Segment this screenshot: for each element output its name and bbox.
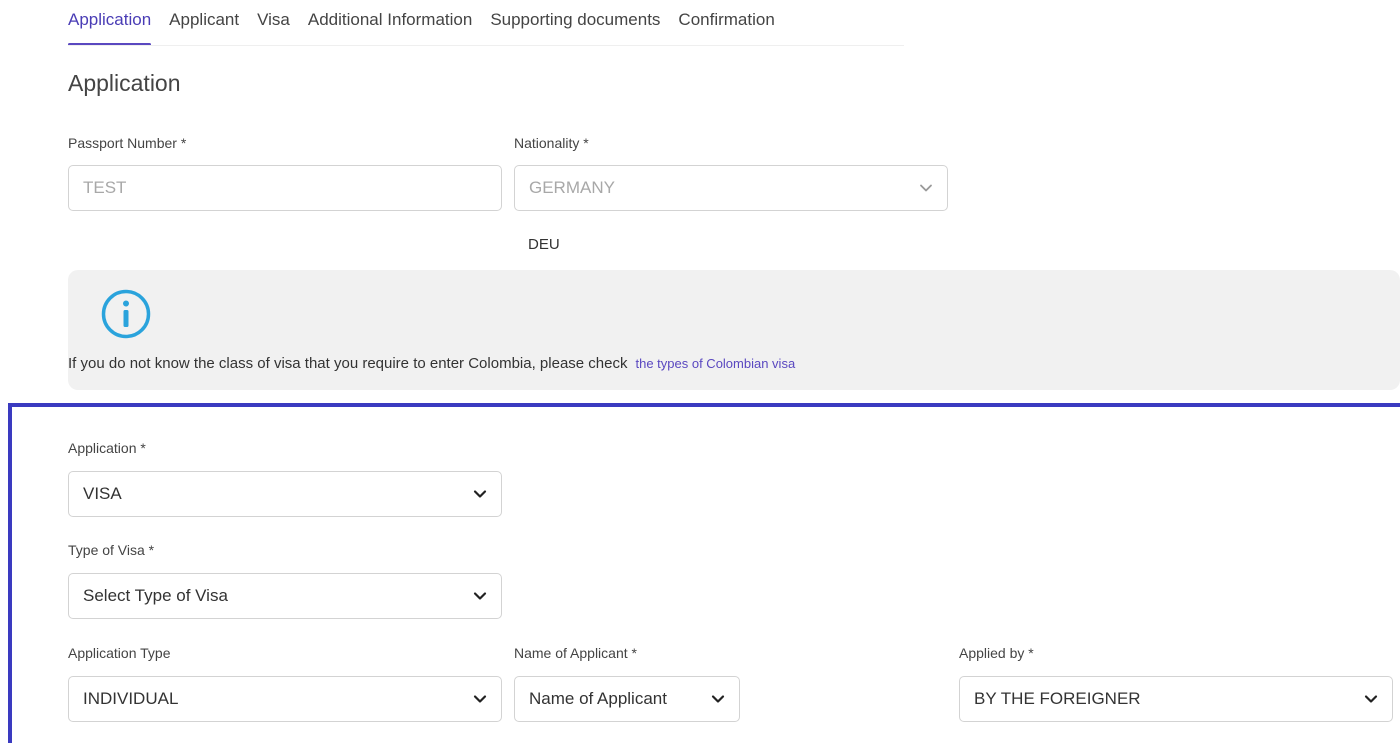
application-type-value: INDIVIDUAL (83, 689, 179, 708)
visa-type-select[interactable]: Select Type of Visa (68, 573, 502, 619)
tab-application[interactable]: Application (68, 8, 152, 46)
chevron-down-icon (711, 695, 725, 703)
applied-by-value: BY THE FOREIGNER (974, 689, 1141, 708)
application-type-label: Application Type (68, 645, 171, 661)
chevron-down-icon (920, 184, 932, 192)
tab-supporting-documents[interactable]: Supporting documents (490, 8, 660, 46)
info-icon (101, 289, 151, 339)
application-value: VISA (83, 484, 122, 503)
applicant-name-value: Name of Applicant (529, 689, 667, 708)
passport-number-field[interactable]: TEST (68, 165, 502, 211)
nationality-value: GERMANY (529, 178, 615, 197)
applicant-name-select[interactable]: Name of Applicant (514, 676, 740, 722)
page-title: Application (68, 70, 181, 96)
tab-visa[interactable]: Visa (257, 8, 290, 46)
nationality-select[interactable]: GERMANY (514, 165, 948, 211)
nationality-code: DEU (528, 236, 560, 253)
nationality-label: Nationality * (514, 135, 589, 151)
chevron-down-icon (1364, 695, 1378, 703)
tab-confirmation[interactable]: Confirmation (678, 8, 774, 46)
visa-type-label: Type of Visa * (68, 542, 155, 558)
passport-number-label: Passport Number * (68, 135, 187, 151)
application-select[interactable]: VISA (68, 471, 502, 517)
visa-types-link[interactable]: the types of Colombian visa (635, 356, 795, 371)
applicant-name-label: Name of Applicant * (514, 645, 637, 661)
tab-divider (68, 45, 904, 46)
applied-by-label: Applied by * (959, 645, 1034, 661)
info-text: If you do not know the class of visa tha… (68, 355, 628, 372)
visa-type-value: Select Type of Visa (83, 586, 228, 605)
info-box (68, 270, 1400, 390)
tab-applicant[interactable]: Applicant (169, 8, 239, 46)
applied-by-select[interactable]: BY THE FOREIGNER (959, 676, 1393, 722)
chevron-down-icon (473, 695, 487, 703)
chevron-down-icon (473, 592, 487, 600)
step-tabs: Application Applicant Visa Additional In… (68, 8, 775, 46)
info-message: If you do not know the class of visa tha… (68, 355, 795, 372)
tab-additional-information[interactable]: Additional Information (308, 8, 472, 46)
passport-number-value: TEST (83, 178, 127, 197)
application-label: Application * (68, 440, 146, 456)
chevron-down-icon (473, 490, 487, 498)
application-type-select[interactable]: INDIVIDUAL (68, 676, 502, 722)
